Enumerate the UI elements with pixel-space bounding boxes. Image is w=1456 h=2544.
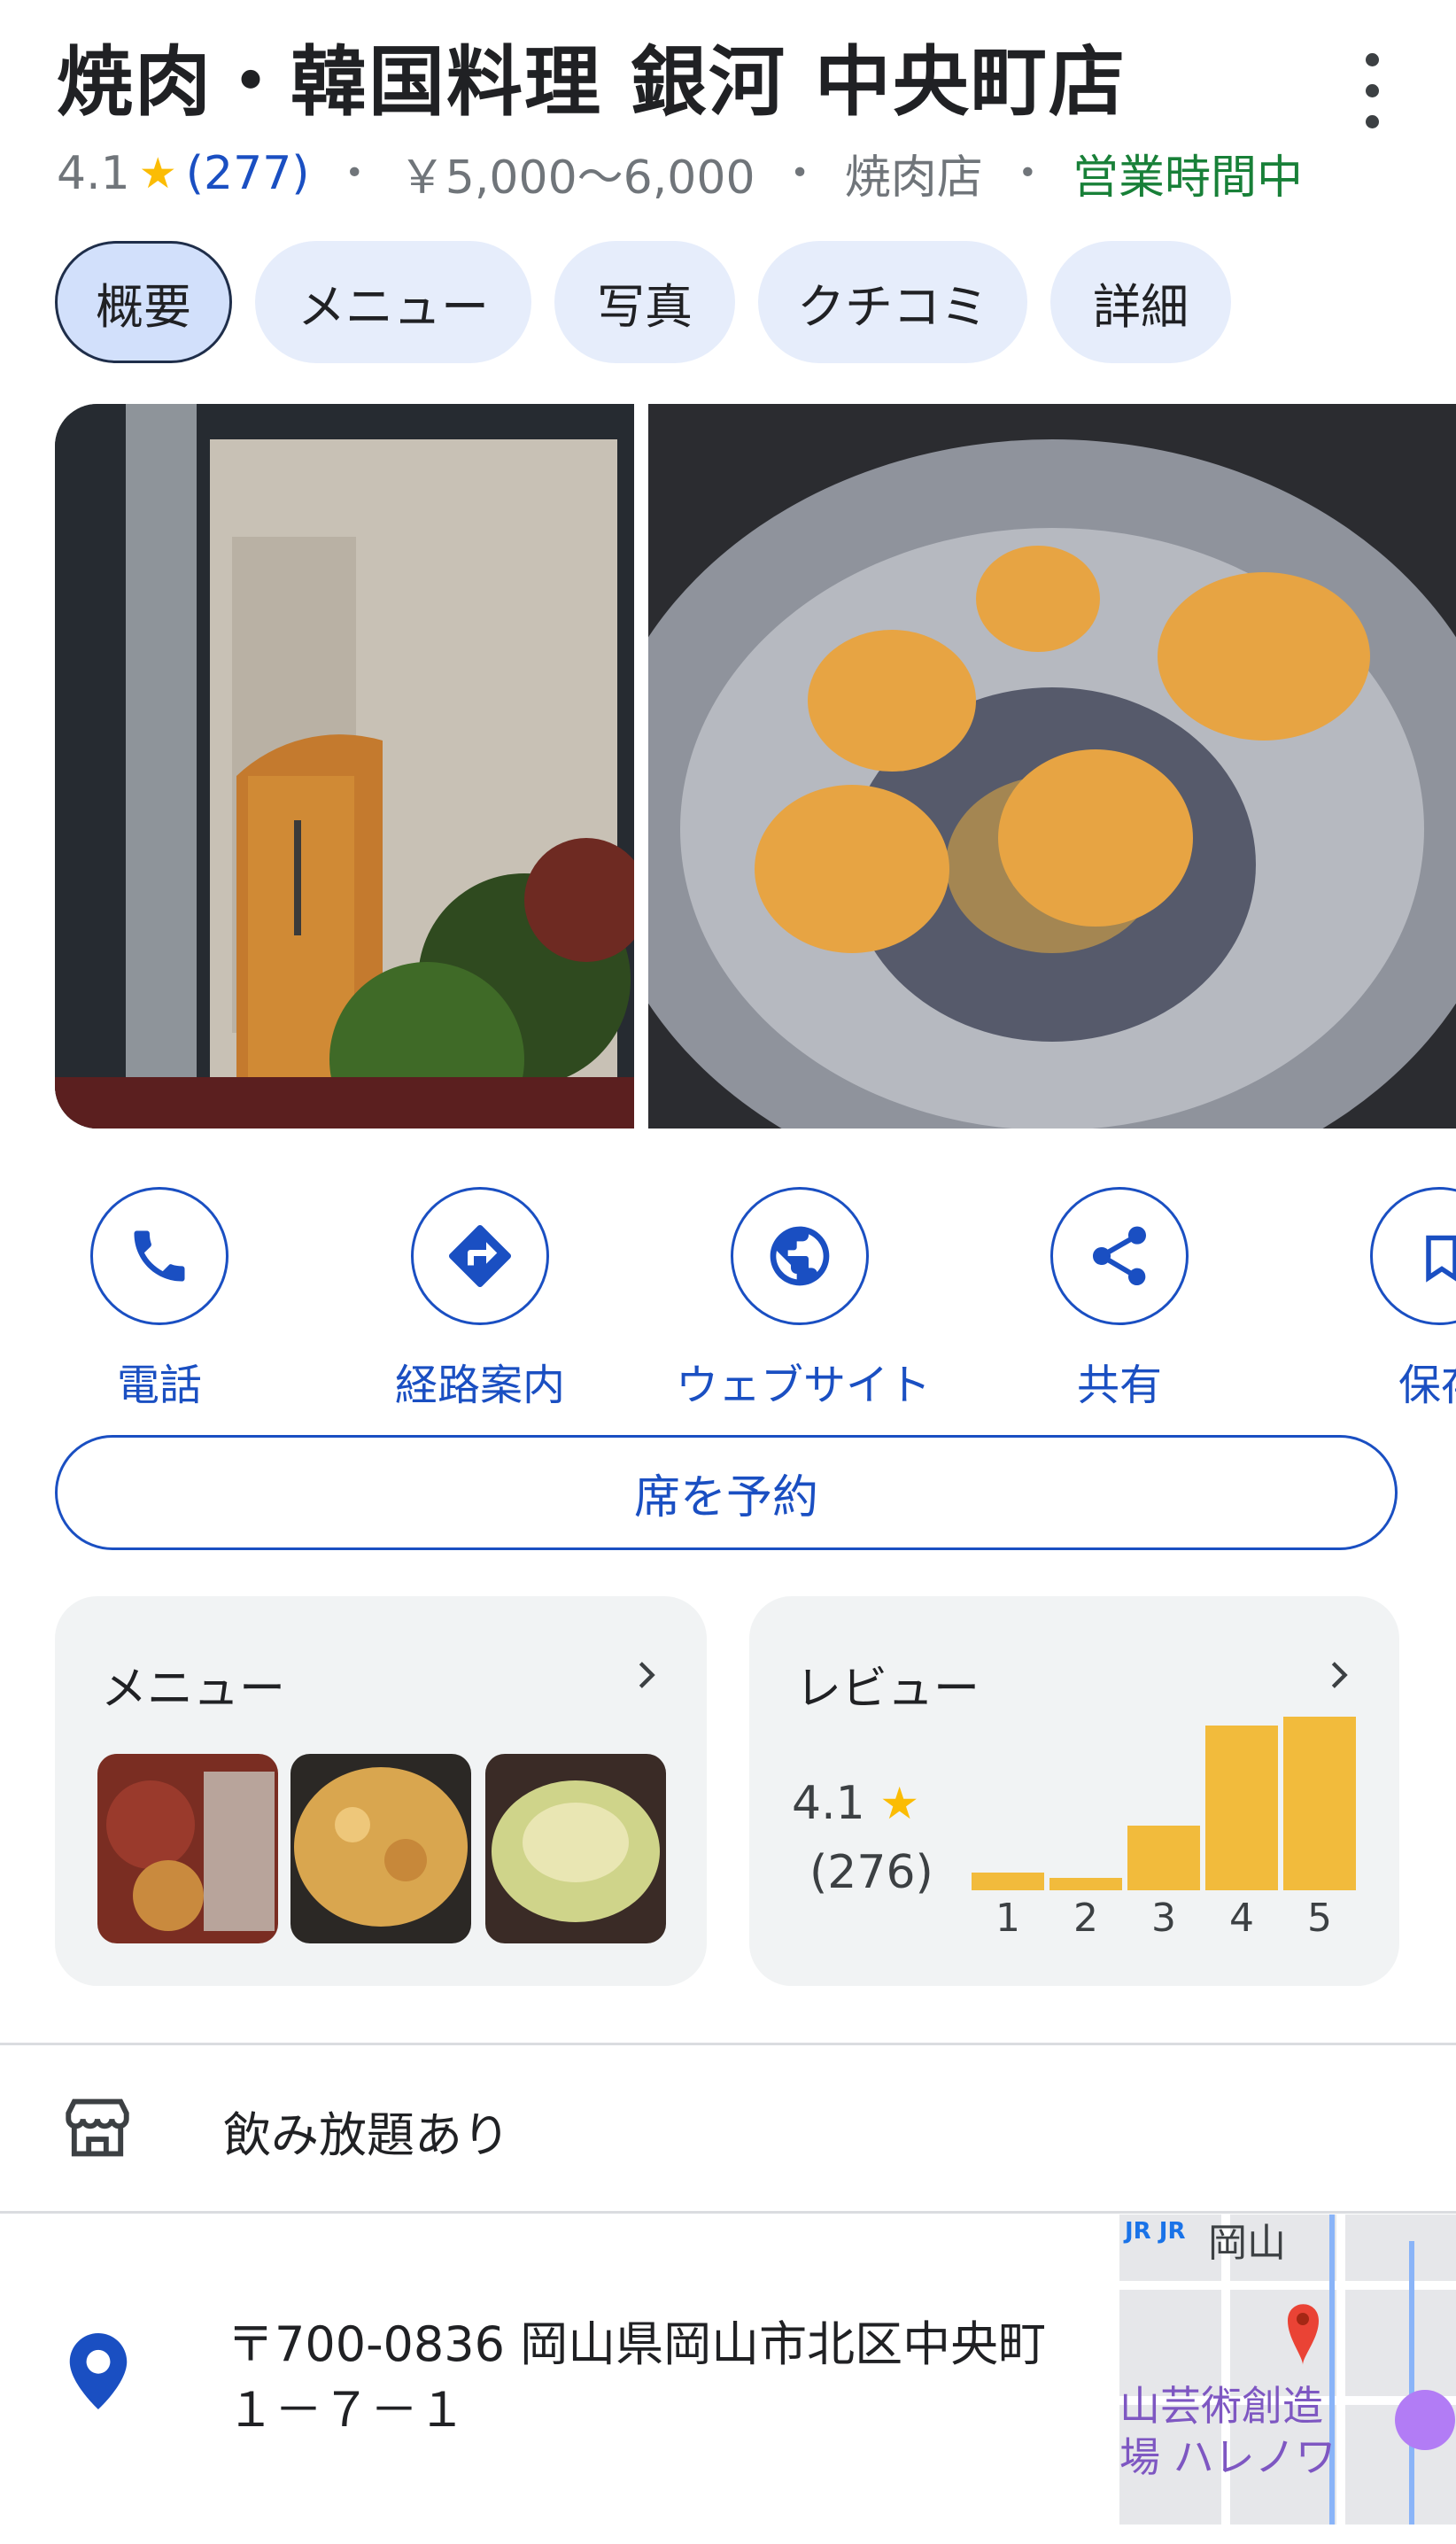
tab-menu[interactable]: メニュー (255, 241, 531, 363)
bookmark-icon (1370, 1187, 1456, 1325)
map-poi-label: 場 ハレノワ (1119, 2433, 1336, 2481)
review-summary-count: (276) (809, 1846, 933, 1899)
separator: • (345, 155, 364, 191)
chevron-right-icon[interactable] (629, 1653, 664, 1701)
directions-label: 経路案内 (394, 1361, 565, 1410)
website-button[interactable]: ウェブサイト (676, 1187, 931, 1417)
tab-bar: 概要 メニュー 写真 クチコミ 詳細 (55, 241, 1231, 363)
divider (0, 2043, 1456, 2045)
share-icon (1050, 1187, 1189, 1325)
tab-photos[interactable]: 写真 (554, 241, 735, 363)
separator: • (790, 155, 809, 191)
menu-thumbnail[interactable] (97, 1754, 278, 1943)
address-line-1[interactable]: 〒700-0836 岡山県岡山市北区中央町 (227, 2305, 1046, 2375)
phone-icon (90, 1187, 228, 1325)
tab-details[interactable]: 詳細 (1050, 241, 1231, 363)
review-count-link[interactable]: (277) (186, 147, 310, 200)
rating-bar-label: 1 (995, 1896, 1020, 1941)
place-meta: 4.1 ★ (277) • ￥5,000～6,000 • 焼肉店 • 営業時間中 (57, 140, 1303, 206)
grilled-meat-photo[interactable] (648, 404, 1456, 1129)
map-thumbnail[interactable]: JR JR 岡山 山芸術創造 場 ハレノワ (1119, 2214, 1456, 2525)
location-pin-icon (69, 2333, 128, 2413)
tab-reviews[interactable]: クチコミ (758, 241, 1027, 363)
save-label: 保存 (1398, 1361, 1456, 1410)
map-station-label: 岡山 (1208, 2221, 1286, 2266)
review-summary-rating: 4.1 ★ (792, 1777, 919, 1830)
rating-bar-2 (1049, 1878, 1122, 1890)
rating-bar-label: 2 (1073, 1896, 1098, 1941)
menu-thumbnail[interactable] (290, 1754, 471, 1943)
price-range: ￥5,000～6,000 (399, 151, 755, 205)
more-options-icon[interactable] (1355, 44, 1390, 142)
tab-overview[interactable]: 概要 (55, 241, 232, 363)
chevron-right-icon[interactable] (1321, 1653, 1357, 1701)
place-category: 焼肉店 (844, 151, 983, 205)
place-title: 焼肉・韓国料理 銀河 中央町店 (57, 38, 1127, 127)
rating-value: 4.1 (57, 146, 130, 200)
rating-bar-1 (972, 1873, 1044, 1890)
save-button[interactable]: 保存 (1351, 1187, 1456, 1417)
open-status: 営業時間中 (1073, 151, 1304, 205)
menu-card-title: メニュー (101, 1663, 286, 1716)
amenity-text: 飲み放題あり (223, 2107, 510, 2163)
directions-icon (411, 1187, 549, 1325)
rating-bar-5 (1283, 1717, 1356, 1890)
map-poi-label: 山芸術創造 (1119, 2382, 1323, 2430)
address-line-2[interactable]: １－７－１ (227, 2370, 466, 2440)
rating-bar-label: 3 (1151, 1896, 1176, 1941)
share-label: 共有 (1076, 1361, 1162, 1410)
star-icon: ★ (879, 1778, 920, 1829)
menu-thumbnail[interactable] (485, 1754, 666, 1943)
call-button[interactable]: 電話 (71, 1187, 248, 1417)
rating-bar-label: 4 (1229, 1896, 1254, 1941)
map-jr-label: JR JR (1125, 2218, 1186, 2245)
reserve-table-button[interactable]: 席を予約 (55, 1435, 1398, 1550)
storefront-icon (62, 2096, 133, 2163)
rating-bar-4 (1205, 1726, 1278, 1890)
call-label: 電話 (116, 1361, 202, 1410)
rating-bar-label: 5 (1307, 1896, 1332, 1941)
star-icon: ★ (138, 148, 177, 198)
directions-button[interactable]: 経路案内 (391, 1187, 569, 1417)
divider (0, 2211, 1456, 2214)
share-button[interactable]: 共有 (1031, 1187, 1208, 1417)
globe-icon (731, 1187, 869, 1325)
rating-bar-3 (1127, 1826, 1200, 1890)
review-rating-value: 4.1 (792, 1777, 865, 1830)
separator: • (1018, 155, 1038, 191)
storefront-photo[interactable] (55, 404, 634, 1129)
review-card-title: レビュー (795, 1663, 980, 1716)
website-label: ウェブサイト (676, 1361, 932, 1410)
